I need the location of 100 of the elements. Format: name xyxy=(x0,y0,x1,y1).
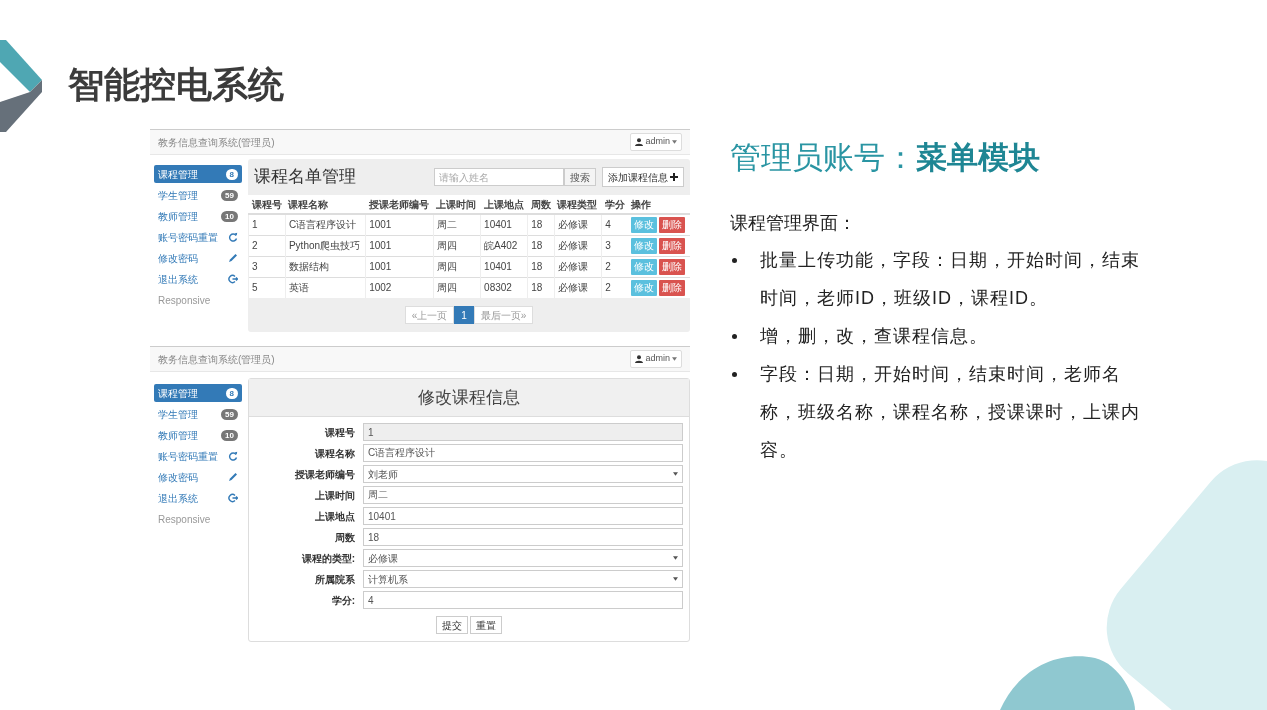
table-cell: C语言程序设计 xyxy=(285,214,366,235)
field-label: 上课地点 xyxy=(314,509,355,524)
select-field[interactable]: 刘老师 xyxy=(363,465,683,483)
refresh-icon xyxy=(228,232,238,242)
caret-icon xyxy=(673,577,678,581)
sidebar-item[interactable]: 教师管理 10 xyxy=(154,207,242,225)
table-cell: 2 xyxy=(601,277,629,298)
table-cell: 2 xyxy=(601,256,629,277)
field-label: 课程的类型: xyxy=(300,551,355,566)
table-cell: 1 xyxy=(248,214,286,235)
table-cell: 10401 xyxy=(480,256,528,277)
sidebar-item[interactable]: 退出系统 xyxy=(154,489,242,507)
select-field[interactable]: 计算机系 xyxy=(363,570,683,588)
delete-button[interactable]: 删除 xyxy=(659,258,686,275)
table-cell: 英语 xyxy=(285,277,366,298)
count-badge: 8 xyxy=(225,387,238,399)
table-cell: 1001 xyxy=(365,214,434,235)
table-cell: 周四 xyxy=(433,235,481,256)
column-header: 课程号 xyxy=(248,195,286,214)
pencil-icon xyxy=(228,253,238,263)
pagination-item[interactable]: 1 xyxy=(454,306,474,324)
exit-icon xyxy=(228,493,238,503)
column-header: 上课地点 xyxy=(480,195,528,214)
field-label: 上课时间 xyxy=(314,488,355,503)
caret-icon xyxy=(673,472,678,476)
app-brand[interactable]: 教务信息查询系统(管理员) xyxy=(158,351,275,367)
column-header: 周数 xyxy=(527,195,555,214)
bullet-text: 字段：日期，开始时间，结束时间，老师名称，班级名称，课程名称，授课课时，上课内容。 xyxy=(760,362,1140,462)
field-label: 课程号 xyxy=(324,425,355,440)
bullet-icon xyxy=(732,257,737,263)
sidebar-item[interactable]: 课程管理 8 xyxy=(154,384,242,402)
table-cell: 18 xyxy=(527,214,555,235)
delete-button[interactable]: 删除 xyxy=(659,216,686,233)
page-heading: 课程名单管理 xyxy=(254,166,357,189)
sidebar-item[interactable]: 课程管理 8 xyxy=(154,165,242,183)
submit-button[interactable]: 提交 xyxy=(436,616,468,634)
count-badge: 10 xyxy=(221,210,238,222)
user-icon xyxy=(635,138,644,146)
text-field[interactable]: 10401 xyxy=(363,507,683,525)
form-heading: 修改课程信息 xyxy=(418,386,520,409)
table-cell: 必修课 xyxy=(554,214,602,235)
reset-button[interactable]: 重置 xyxy=(470,616,502,634)
table-cell: 周二 xyxy=(433,214,481,235)
caret-icon xyxy=(672,140,677,144)
intro-text: 课程管理界面： xyxy=(730,211,857,235)
delete-button[interactable]: 删除 xyxy=(659,237,686,254)
column-header: 课程名称 xyxy=(285,195,366,214)
sidebar-item[interactable]: 学生管理 59 xyxy=(154,405,242,423)
column-header: 学分 xyxy=(601,195,629,214)
text-field[interactable]: 4 xyxy=(363,591,683,609)
sidebar-item[interactable]: 修改密码 xyxy=(154,468,242,486)
caret-icon xyxy=(673,556,678,560)
app-brand[interactable]: 教务信息查询系统(管理员) xyxy=(158,134,275,150)
exit-icon xyxy=(228,274,238,284)
sidebar-item[interactable]: 账号密码重置 xyxy=(154,228,242,246)
table-cell: 周四 xyxy=(433,277,481,298)
bullet-text: 增，删，改，查课程信息。 xyxy=(760,324,989,348)
delete-button[interactable]: 删除 xyxy=(659,279,686,296)
sidebar-item[interactable]: 教师管理 10 xyxy=(154,426,242,444)
text-field[interactable]: 18 xyxy=(363,528,683,546)
sidebar-item[interactable]: Responsive xyxy=(154,291,242,310)
table-cell: 10401 xyxy=(480,214,528,235)
sidebar-item[interactable]: 退出系统 xyxy=(154,270,242,288)
table-cell: 数据结构 xyxy=(285,256,366,277)
field-label: 授课老师编号 xyxy=(294,467,355,482)
sidebar-item[interactable]: 学生管理 59 xyxy=(154,186,242,204)
user-icon xyxy=(635,355,644,363)
count-badge: 10 xyxy=(221,429,238,441)
slide-title: 智能控电系统 xyxy=(68,63,285,107)
user-menu-button[interactable]: admin xyxy=(630,133,682,151)
bullet-text: 批量上传功能，字段：日期，开始时间，结束时间，老师ID，班级ID，课程ID。 xyxy=(760,248,1140,310)
sidebar-item[interactable]: 修改密码 xyxy=(154,249,242,267)
pencil-icon xyxy=(228,472,238,482)
table-cell: Python爬虫技巧 xyxy=(285,235,366,256)
search-button[interactable]: 搜索 xyxy=(564,168,596,186)
table-cell: 18 xyxy=(527,277,555,298)
table-cell: 必修课 xyxy=(554,277,602,298)
table-cell: 必修课 xyxy=(554,256,602,277)
field-label: 课程名称 xyxy=(314,446,355,461)
table-cell: 1001 xyxy=(365,235,434,256)
refresh-icon xyxy=(228,451,238,461)
table-cell: 08302 xyxy=(480,277,528,298)
sidebar-item[interactable]: 账号密码重置 xyxy=(154,447,242,465)
text-field[interactable]: C语言程序设计 xyxy=(363,444,683,462)
select-field[interactable]: 必修课 xyxy=(363,549,683,567)
user-menu-button[interactable]: admin xyxy=(630,350,682,368)
table-cell: 3 xyxy=(248,256,286,277)
section-heading: 管理员账号：菜单模块 xyxy=(730,139,1041,177)
sidebar-item[interactable]: Responsive xyxy=(154,510,242,529)
column-header: 课程类型 xyxy=(554,195,602,214)
field-label: 学分: xyxy=(330,593,355,608)
table-cell: 5 xyxy=(248,277,286,298)
count-badge: 8 xyxy=(225,168,238,180)
bullet-icon xyxy=(732,333,737,339)
table-cell: 3 xyxy=(601,235,629,256)
add-course-button[interactable]: 添加课程信息 xyxy=(602,167,684,187)
table-cell: 周四 xyxy=(433,256,481,277)
text-field[interactable]: 周二 xyxy=(363,486,683,504)
search-field[interactable]: 请输入姓名 xyxy=(434,168,564,186)
field-label: 周数 xyxy=(334,530,355,545)
